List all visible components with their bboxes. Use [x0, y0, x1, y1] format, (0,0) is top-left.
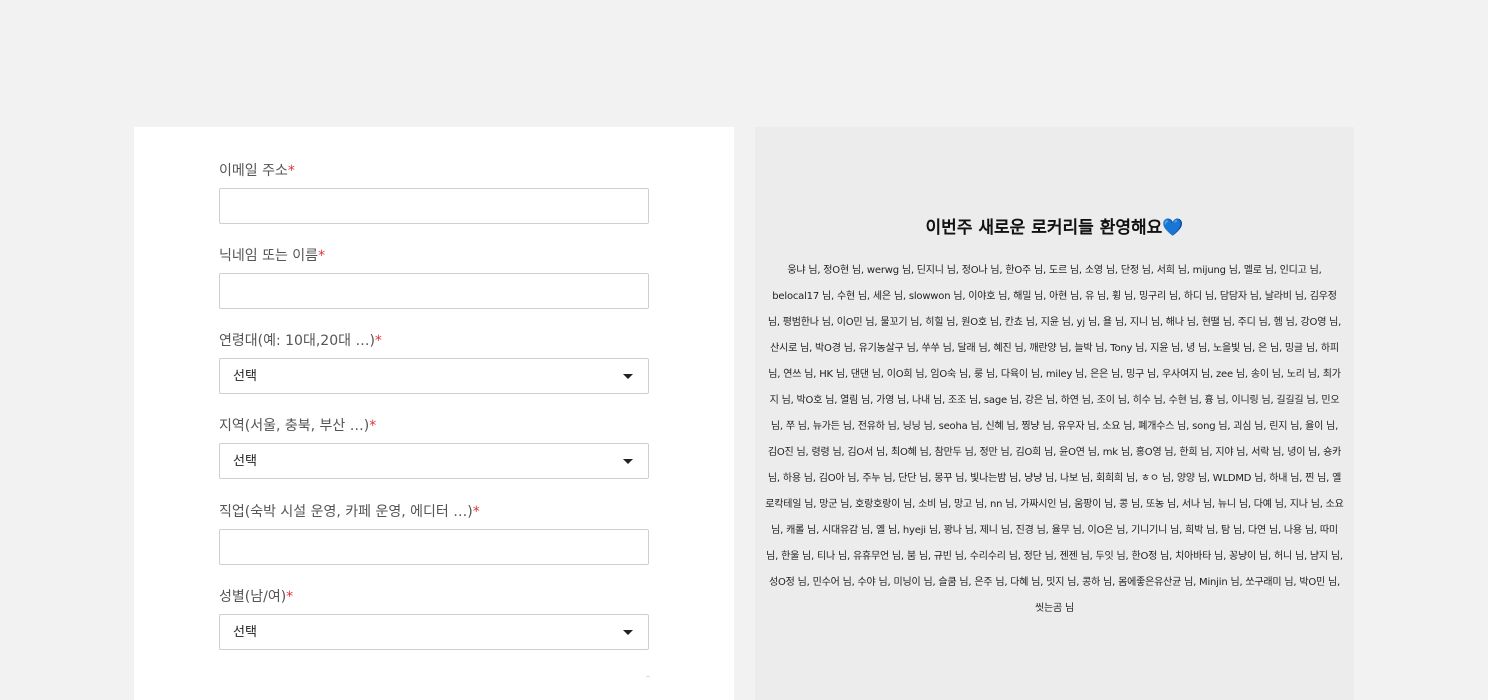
chevron-down-icon [623, 374, 633, 379]
job-field-group: 직업(숙박 시설 운영, 카페 운영, 에디터 …)* [219, 503, 649, 565]
age-label: 연령대(예: 10대,20대 …)* [219, 333, 382, 349]
gender-select[interactable]: 선택 [219, 614, 649, 650]
job-input[interactable] [219, 529, 649, 565]
nickname-input[interactable] [219, 273, 649, 309]
signup-form: 이메일 주소* 닉네임 또는 이름* 연령대(예: 10대,20대 …)* 선택… [134, 127, 734, 700]
email-label: 이메일 주소* [219, 163, 295, 179]
welcome-names-list: 웅냐 님, 정O현 님, werwg 님, 딘지니 님, 정O나 님, 한O주 … [765, 265, 1344, 614]
welcome-title: 이번주 새로운 로커리들 환영해요💙 [925, 218, 1184, 238]
job-label: 직업(숙박 시설 운영, 카페 운영, 에디터 …)* [219, 504, 480, 520]
email-input[interactable] [219, 188, 649, 224]
chevron-down-icon [623, 459, 633, 464]
region-label: 지역(서울, 충북, 부산 …)* [219, 418, 377, 434]
gender-field-group: 성별(남/여)* 선택 [219, 588, 649, 650]
age-select-value: 선택 [233, 369, 257, 384]
blue-heart-icon: 💙 [1162, 218, 1184, 238]
divider [646, 676, 650, 677]
region-select[interactable]: 선택 [219, 443, 649, 479]
nickname-field-group: 닉네임 또는 이름* [219, 247, 649, 309]
required-mark: * [472, 504, 480, 520]
age-field-group: 연령대(예: 10대,20대 …)* 선택 [219, 332, 649, 394]
region-field-group: 지역(서울, 충북, 부산 …)* 선택 [219, 417, 649, 479]
email-field-group: 이메일 주소* [219, 162, 649, 224]
chevron-down-icon [623, 630, 633, 635]
required-mark: * [286, 589, 294, 605]
age-select[interactable]: 선택 [219, 358, 649, 394]
welcome-panel: 이번주 새로운 로커리들 환영해요💙 웅냐 님, 정O현 님, werwg 님,… [755, 127, 1354, 700]
required-mark: * [318, 248, 326, 264]
region-select-value: 선택 [233, 454, 257, 469]
required-mark: * [287, 163, 295, 179]
nickname-label: 닉네임 또는 이름* [219, 248, 326, 264]
required-mark: * [374, 333, 382, 349]
gender-label: 성별(남/여)* [219, 589, 294, 605]
gender-select-value: 선택 [233, 625, 257, 640]
required-mark: * [369, 418, 377, 434]
